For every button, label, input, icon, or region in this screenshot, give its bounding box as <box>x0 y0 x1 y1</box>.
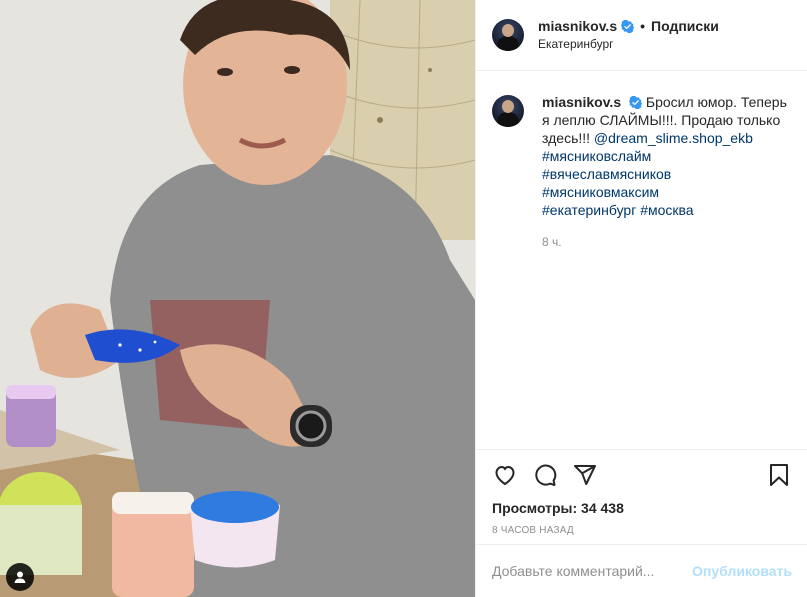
caption-avatar[interactable] <box>492 95 524 127</box>
caption-comment: miasnikov.s Бросил юмор. Теперь я леплю … <box>476 71 807 251</box>
comment-input[interactable] <box>492 563 693 579</box>
separator-dot: • <box>640 18 646 34</box>
post-actions-section: Просмотры: 34 438 8 часов назад <box>476 449 807 536</box>
location-link[interactable]: Екатеринбург <box>538 35 719 53</box>
avatar[interactable] <box>492 19 524 51</box>
hashtag-link[interactable]: #екатеринбург <box>542 202 636 218</box>
hashtag-link[interactable]: #мясниковмаксим <box>542 184 659 200</box>
hashtag-link[interactable]: #москва <box>640 202 693 218</box>
heart-icon[interactable] <box>492 462 518 488</box>
post-video[interactable] <box>0 0 475 597</box>
add-comment-bar: Опубликовать <box>476 544 807 597</box>
username-link[interactable]: miasnikov.s <box>538 17 617 35</box>
comment-icon[interactable] <box>532 462 558 488</box>
caption-text: miasnikov.s Бросил юмор. Теперь я леплю … <box>542 93 787 219</box>
verified-badge-icon <box>629 96 643 109</box>
hashtag-link[interactable]: #вячеславмясников <box>542 166 671 182</box>
verified-badge-icon <box>621 19 635 33</box>
user-tag-icon[interactable] <box>6 563 34 591</box>
caption-username[interactable]: miasnikov.s <box>542 94 621 110</box>
publish-button[interactable]: Опубликовать <box>692 563 792 579</box>
video-frame-illustration <box>0 0 475 597</box>
post-header: miasnikov.s • Подписки Екатеринбург <box>476 0 807 71</box>
post-details-panel: miasnikov.s • Подписки Екатеринбург mias… <box>475 0 807 597</box>
following-button[interactable]: Подписки <box>651 17 719 35</box>
action-bar <box>492 450 792 500</box>
bookmark-icon[interactable] <box>766 462 792 488</box>
mention-link[interactable]: @dream_slime.shop_ekb <box>594 130 753 146</box>
hashtag-link[interactable]: #мясниковслайм <box>542 148 651 164</box>
caption-timestamp[interactable]: 8 ч. <box>542 233 787 251</box>
share-icon[interactable] <box>572 462 598 488</box>
post-timestamp[interactable]: 8 часов назад <box>492 525 792 536</box>
view-count[interactable]: Просмотры: 34 438 <box>492 500 792 516</box>
